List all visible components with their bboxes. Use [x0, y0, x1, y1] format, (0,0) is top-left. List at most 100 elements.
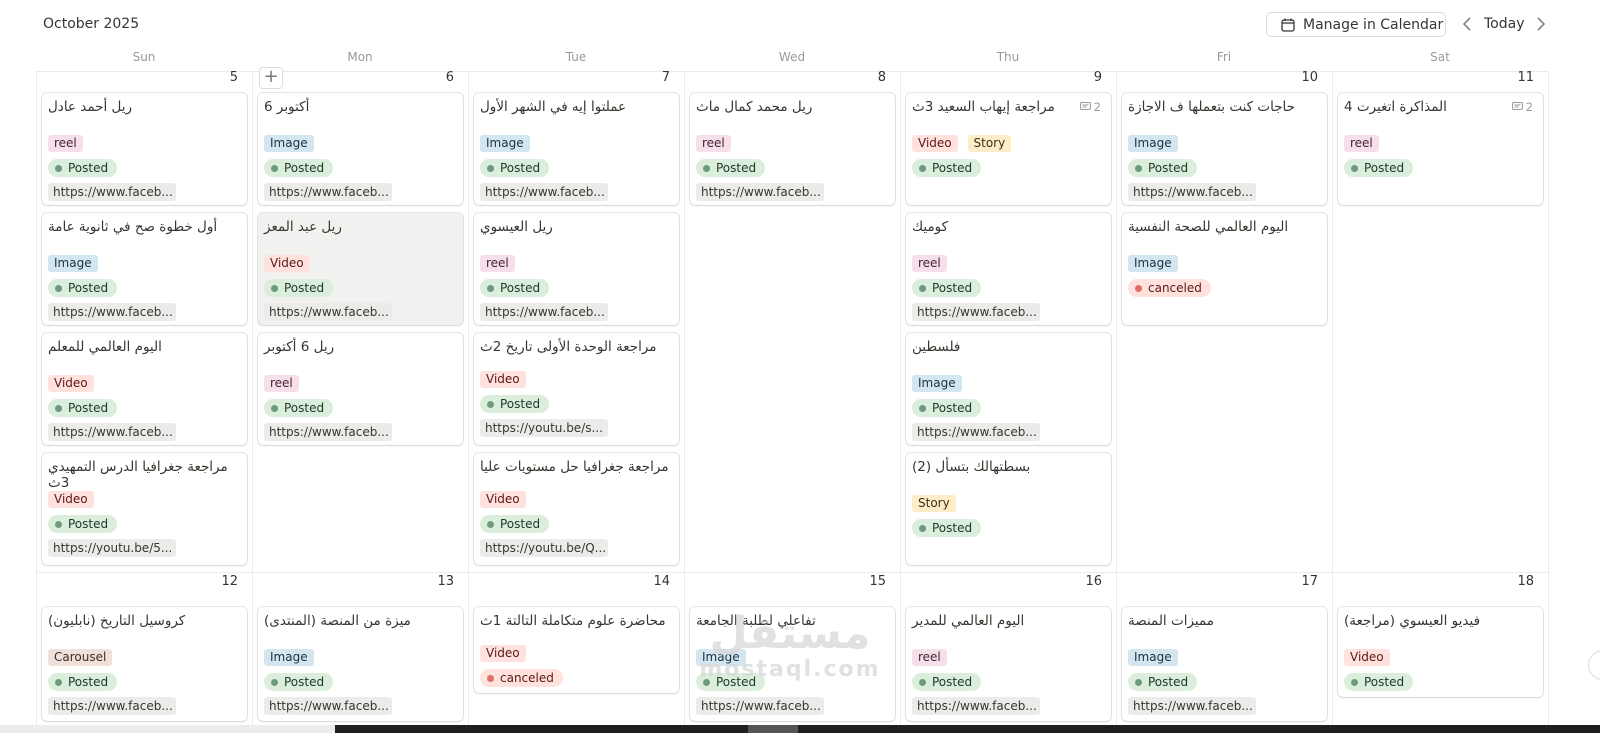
grid-line — [1116, 71, 1117, 733]
status-badge: Posted — [1344, 159, 1414, 177]
calendar-event-card[interactable]: فيديو العيسوي (مراجعة) Video Posted — [1338, 607, 1543, 697]
post-url[interactable]: https://www.faceb... — [480, 303, 608, 321]
status-dot-icon — [919, 678, 926, 686]
post-url[interactable]: https://www.faceb... — [264, 423, 392, 441]
post-url[interactable]: https://www.faceb... — [264, 303, 392, 321]
status-dot-icon — [271, 404, 278, 412]
status-dot-icon — [55, 404, 62, 412]
today-button[interactable]: Today — [1484, 16, 1525, 32]
post-url[interactable]: https://www.faceb... — [912, 697, 1040, 715]
calendar-event-card[interactable]: عملتوا إيه في الشهر الأول Image Posted http… — [474, 93, 679, 205]
weekday-label: Tue — [565, 50, 587, 64]
event-title: كروسيل التاريخ (نابليون) — [48, 613, 186, 629]
calendar-event-card[interactable]: ريل أحمد عادل reel Posted https://www.faceb… — [42, 93, 247, 205]
calendar-event-card[interactable]: اليوم العالمي للمعلم Video Posted https://w… — [42, 333, 247, 445]
post-url[interactable]: https://www.faceb... — [696, 697, 824, 715]
event-title: مراجعة جغرافيا حل مستويات عليا — [480, 459, 669, 475]
status-label: Posted — [68, 517, 109, 531]
post-url[interactable]: https://www.faceb... — [264, 697, 392, 715]
weekday-label: Sun — [132, 50, 156, 64]
calendar-event-card[interactable]: مراجعة الوحدة الأولى تاريخ 2ث Video Posted… — [474, 333, 679, 445]
calendar-event-card[interactable]: مراجعة جغرافيا حل مستويات عليا Video Poste… — [474, 453, 679, 565]
weekday-label: Fri — [1216, 50, 1232, 64]
status-badge: Posted — [48, 673, 118, 691]
chevron-left-icon[interactable] — [1460, 15, 1474, 33]
calendar-toolbar: October 2025 Manage in Calendar Today — [0, 0, 1600, 50]
calendar-event-card[interactable]: ميزة من المنصة (المنتدى) Image Posted https… — [258, 607, 463, 721]
post-url[interactable]: https://www.faceb... — [480, 183, 608, 201]
post-url[interactable]: https://www.faceb... — [48, 303, 176, 321]
status-dot-icon — [1351, 164, 1358, 172]
grid-line — [1332, 71, 1333, 733]
calendar-event-card[interactable]: كروسيل التاريخ (نابليون) Carousel Posted ht… — [42, 607, 247, 721]
tag-video: Video — [912, 135, 958, 152]
calendar-event-card[interactable]: كوميك reel Posted https://www.faceb... — [906, 213, 1111, 325]
status-dot-icon — [55, 520, 62, 528]
status-badge: Posted — [48, 159, 118, 177]
calendar-event-card[interactable]: ريل محمد كمال ماث reel Posted https://www.f… — [690, 93, 895, 205]
event-title: ريل العيسوي — [480, 219, 553, 235]
calendar-event-card[interactable]: بسطتهالك بتسأل (2) Story Posted — [906, 453, 1111, 565]
calendar-event-card[interactable]: فلسطين Image Posted https://www.faceb... — [906, 333, 1111, 445]
tag-image: Image — [264, 649, 314, 666]
post-url[interactable]: https://youtu.be/5... — [48, 539, 176, 557]
status-dot-icon — [487, 400, 494, 408]
post-url[interactable]: https://youtu.be/s... — [480, 419, 608, 437]
post-url[interactable]: https://www.faceb... — [48, 423, 176, 441]
add-event-button[interactable]: + — [259, 67, 283, 89]
calendar-icon — [1281, 18, 1295, 32]
calendar-event-card[interactable]: محاضرة علوم متكاملة التالتة 1ث Video cance… — [474, 607, 679, 693]
calendar-event-card[interactable]: مراجعة جغرافيا الدرس التمهيدي 3ث Video Pos… — [42, 453, 247, 565]
status-dot-icon — [703, 164, 710, 172]
tag-reel: reel — [1344, 135, 1379, 152]
status-label: Posted — [284, 401, 325, 415]
status-label: Posted — [932, 675, 973, 689]
status-dot-icon — [1135, 164, 1142, 172]
post-url[interactable]: https://www.faceb... — [264, 183, 392, 201]
post-url[interactable]: https://www.faceb... — [912, 423, 1040, 441]
status-badge: Posted — [264, 399, 334, 417]
post-url[interactable]: https://www.faceb... — [48, 697, 176, 715]
post-url[interactable]: https://www.faceb... — [1128, 697, 1256, 715]
event-title: عملتوا إيه في الشهر الأول — [480, 99, 627, 115]
status-dot-icon — [55, 164, 62, 172]
calendar-event-card[interactable]: مميزات المنصة Image Posted https://www.face… — [1122, 607, 1327, 721]
calendar-event-card[interactable]: أول خطوة صح في ثانوية عامة Image Posted htt… — [42, 213, 247, 325]
calendar-event-card[interactable]: اليوم العالمي للصحة النفسية Image canceled — [1122, 213, 1327, 325]
calendar-event-card[interactable]: حاجات كنت بتعملها ف الاجازة Image Posted ht… — [1122, 93, 1327, 205]
event-title: حاجات كنت بتعملها ف الاجازة — [1128, 99, 1295, 115]
event-title: اليوم العالمي للصحة النفسية — [1128, 219, 1289, 235]
status-badge: Posted — [480, 395, 550, 413]
post-url[interactable]: https://www.faceb... — [1128, 183, 1256, 201]
status-badge: Posted — [696, 159, 766, 177]
status-badge: Posted — [696, 673, 766, 691]
status-label: Posted — [500, 281, 541, 295]
weekday-label: Sat — [1430, 50, 1450, 64]
status-label: Posted — [716, 161, 757, 175]
event-title: فيديو العيسوي (مراجعة) — [1344, 613, 1481, 629]
event-title: أكتوبر 6 — [264, 99, 310, 115]
status-badge: canceled — [480, 669, 563, 687]
calendar-event-card[interactable]: ريل عبد المعز Video Posted https://www.face… — [258, 213, 463, 325]
manage-in-calendar-button[interactable]: Manage in Calendar — [1266, 12, 1446, 37]
post-url[interactable]: https://www.faceb... — [48, 183, 176, 201]
status-dot-icon — [271, 164, 278, 172]
side-panel-toggle[interactable] — [1588, 650, 1600, 680]
post-url[interactable]: https://www.faceb... — [696, 183, 824, 201]
chevron-right-icon[interactable] — [1534, 15, 1548, 33]
calendar-event-card[interactable]: تفاعلي لطلبة الجامعة Image Posted https://w… — [690, 607, 895, 721]
status-badge: Posted — [912, 279, 982, 297]
tag-image: Image — [912, 375, 962, 392]
grid-line — [900, 71, 901, 733]
calendar-event-card[interactable]: مراجعة إيهاب السعيد 3ث 2 Video Story Posted — [906, 93, 1111, 205]
status-dot-icon — [1351, 678, 1358, 686]
status-label: Posted — [68, 161, 109, 175]
calendar-event-card[interactable]: اليوم العالمي للمدير reel Posted https://ww… — [906, 607, 1111, 721]
post-url[interactable]: https://www.faceb... — [912, 303, 1040, 321]
calendar-event-card[interactable]: ريل 6 أكتوبر reel Posted https://www.faceb.… — [258, 333, 463, 445]
calendar-event-card[interactable]: ريل العيسوي reel Posted https://www.faceb..… — [474, 213, 679, 325]
status-label: Posted — [284, 161, 325, 175]
calendar-event-card[interactable]: أكتوبر 6 Image Posted https://www.faceb... — [258, 93, 463, 205]
post-url[interactable]: https://youtu.be/Q... — [480, 539, 608, 557]
calendar-event-card[interactable]: المذاكرة اتغيرت 4 2 reel Posted — [1338, 93, 1543, 205]
